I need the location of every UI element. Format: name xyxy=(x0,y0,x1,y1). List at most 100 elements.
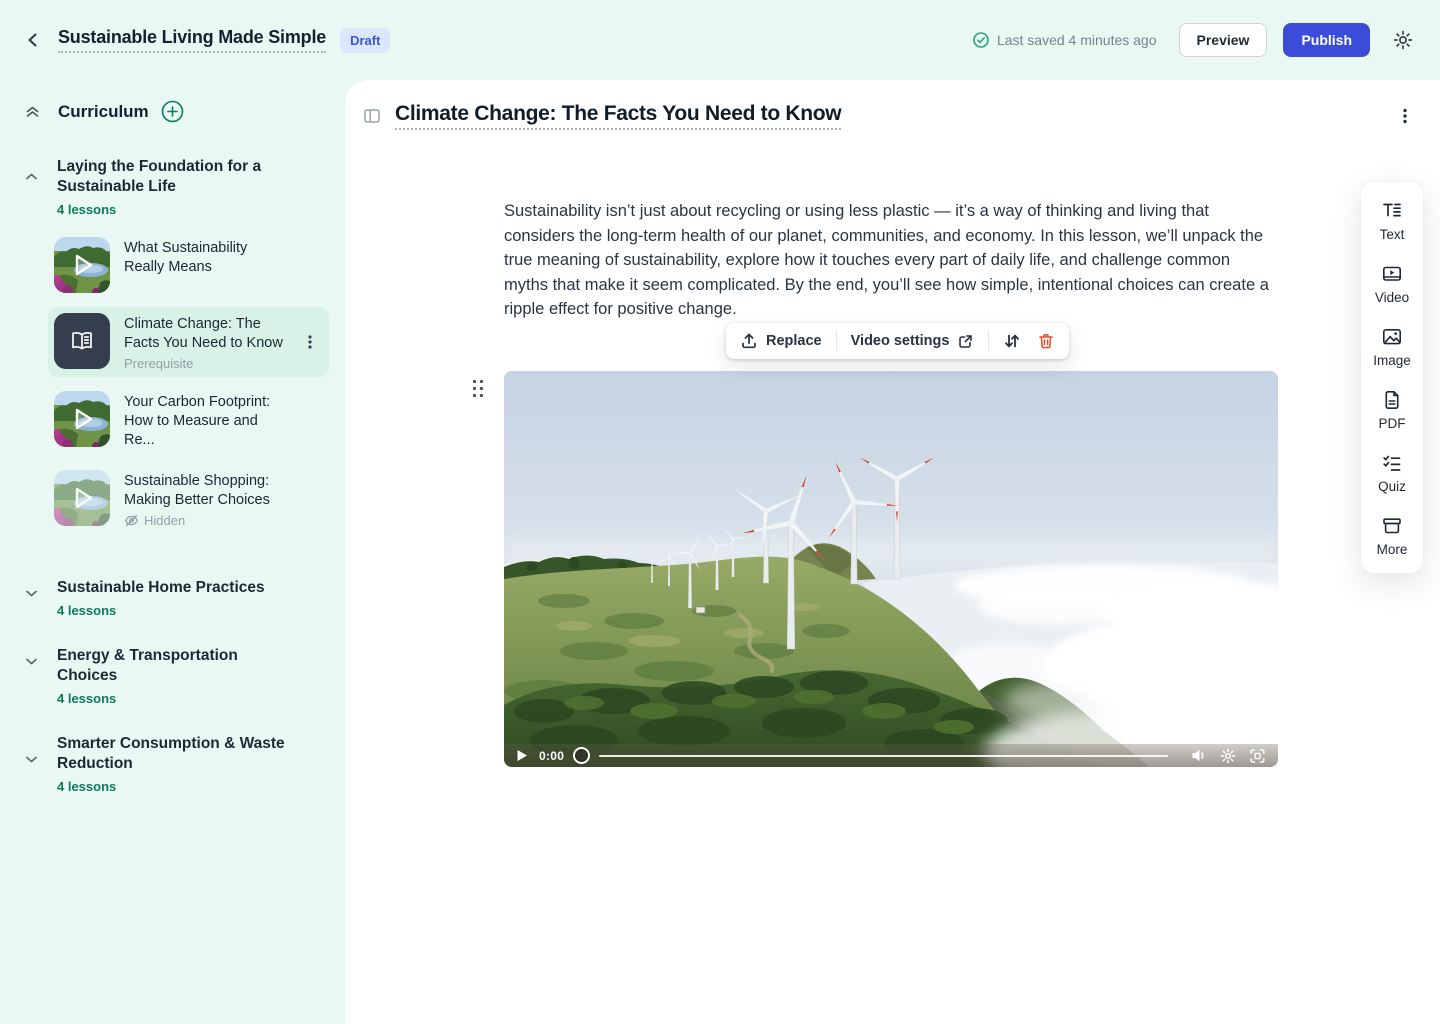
kebab-menu-icon xyxy=(303,334,317,350)
section-header[interactable]: Energy & Transportation Choices 4 lesson… xyxy=(24,646,329,706)
trash-icon xyxy=(1037,332,1055,350)
move-block-button[interactable] xyxy=(1001,330,1023,352)
intro-paragraph[interactable]: Sustainability isn’t just about recyclin… xyxy=(504,199,1278,322)
last-saved-indicator: Last saved 4 minutes ago xyxy=(972,31,1157,49)
preview-button[interactable]: Preview xyxy=(1179,23,1268,57)
garden-thumbnail-art xyxy=(54,470,110,526)
archive-box-icon xyxy=(1381,515,1403,537)
insert-video-button[interactable]: Video xyxy=(1375,263,1409,305)
video-settings-gear-button[interactable] xyxy=(1220,748,1236,764)
video-settings-label: Video settings xyxy=(851,333,950,349)
chevron-down-icon xyxy=(24,586,39,601)
section-title: Sustainable Home Practices xyxy=(57,578,265,598)
lesson-row-carbon-footprint[interactable]: Your Carbon Footprint: How to Measure an… xyxy=(48,385,329,456)
image-icon xyxy=(1381,326,1403,348)
toolbar-divider xyxy=(836,331,837,351)
volume-button[interactable] xyxy=(1191,748,1207,763)
gear-icon xyxy=(1220,748,1236,764)
last-saved-text: Last saved 4 minutes ago xyxy=(997,32,1157,48)
lesson-row-what-sustainability[interactable]: What Sustainability Really Means xyxy=(48,231,329,299)
fullscreen-button[interactable] xyxy=(1249,748,1266,764)
toggle-sidebar-button[interactable] xyxy=(362,106,382,126)
curriculum-section: Sustainable Home Practices 4 lessons xyxy=(24,578,329,618)
video-player[interactable]: 0:00 xyxy=(504,371,1278,767)
block-drag-handle[interactable] xyxy=(470,377,486,400)
section-lesson-count: 4 lessons xyxy=(57,202,287,217)
course-title[interactable]: Sustainable Living Made Simple xyxy=(58,27,326,53)
lesson-title: Sustainable Shopping: Making Better Choi… xyxy=(124,472,289,510)
video-icon xyxy=(1381,263,1403,285)
video-frame-wind-turbines xyxy=(504,371,1278,767)
panel-left-icon xyxy=(362,106,382,126)
video-progress-bar[interactable] xyxy=(599,755,1168,757)
lesson-title: Climate Change: The Facts You Need to Kn… xyxy=(124,315,289,353)
insert-image-button[interactable]: Image xyxy=(1373,326,1411,368)
lesson-row-climate-change[interactable]: Climate Change: The Facts You Need to Kn… xyxy=(48,307,329,377)
kebab-menu-icon xyxy=(1398,107,1412,125)
video-settings-button[interactable]: Video settings xyxy=(849,331,977,352)
settings-button[interactable] xyxy=(1388,25,1418,55)
lesson-menu-button[interactable] xyxy=(1394,103,1416,129)
insert-item-label: Quiz xyxy=(1378,479,1406,494)
insert-quiz-button[interactable]: Quiz xyxy=(1378,452,1406,494)
drag-dots-icon xyxy=(472,379,484,398)
volume-icon xyxy=(1191,748,1207,763)
publish-button[interactable]: Publish xyxy=(1283,23,1370,57)
replace-video-button[interactable]: Replace xyxy=(738,330,824,352)
lesson-title: Your Carbon Footprint: How to Measure an… xyxy=(124,393,289,450)
lesson-video-thumbnail xyxy=(54,391,110,447)
garden-thumbnail-art xyxy=(54,237,110,293)
chevron-down-icon xyxy=(24,752,39,767)
toolbar-divider xyxy=(988,331,989,351)
back-button[interactable] xyxy=(20,27,46,53)
section-title: Energy & Transportation Choices xyxy=(57,646,287,686)
pdf-document-icon xyxy=(1381,389,1403,411)
add-section-button[interactable] xyxy=(161,100,184,123)
status-badge: Draft xyxy=(340,28,390,53)
insert-more-button[interactable]: More xyxy=(1377,515,1408,557)
section-header[interactable]: Sustainable Home Practices 4 lessons xyxy=(24,578,329,618)
curriculum-section: Energy & Transportation Choices 4 lesson… xyxy=(24,646,329,706)
course-editor-app: Sustainable Living Made Simple Draft Las… xyxy=(0,0,1440,1024)
insert-item-label: Video xyxy=(1375,290,1409,305)
video-control-icons xyxy=(1191,748,1266,764)
insert-text-button[interactable]: Text xyxy=(1380,200,1405,242)
plus-circle-icon xyxy=(161,100,184,123)
collapse-all-button[interactable] xyxy=(24,103,41,120)
open-book-icon xyxy=(67,326,97,356)
gear-icon xyxy=(1392,29,1414,51)
replace-label: Replace xyxy=(766,333,822,349)
insert-pdf-button[interactable]: PDF xyxy=(1379,389,1406,431)
delete-block-button[interactable] xyxy=(1035,330,1057,352)
video-scrubber[interactable] xyxy=(573,747,590,764)
chevron-left-icon xyxy=(24,31,42,49)
double-chevron-up-icon xyxy=(24,103,41,120)
curriculum-section: Laying the Foundation for a Sustainable … xyxy=(24,157,329,534)
lesson-title: What Sustainability Really Means xyxy=(124,239,289,277)
quiz-checklist-icon xyxy=(1381,452,1403,474)
lesson-row-sustainable-shopping[interactable]: Sustainable Shopping: Making Better Choi… xyxy=(48,464,329,534)
lesson-content: Sustainability isn’t just about recyclin… xyxy=(504,199,1278,322)
fullscreen-icon xyxy=(1249,748,1266,764)
lesson-video-thumbnail-hidden xyxy=(54,470,110,526)
play-button[interactable] xyxy=(514,747,530,764)
lesson-options-button[interactable] xyxy=(299,330,321,354)
section-header[interactable]: Smarter Consumption & Waste Reduction 4 … xyxy=(24,734,329,794)
curriculum-header: Curriculum xyxy=(24,100,329,123)
insert-block-toolbar: Text Video Image PDF Quiz More xyxy=(1360,181,1424,574)
section-lesson-count: 4 lessons xyxy=(57,779,287,794)
play-icon xyxy=(516,749,528,762)
lesson-title-heading[interactable]: Climate Change: The Facts You Need to Kn… xyxy=(395,102,841,130)
insert-item-label: Text xyxy=(1380,227,1405,242)
chevron-down-icon xyxy=(24,654,39,669)
video-controls-bar: 0:00 xyxy=(504,744,1278,767)
section-title: Smarter Consumption & Waste Reduction xyxy=(57,734,287,774)
insert-item-label: PDF xyxy=(1379,416,1406,431)
insert-item-label: More xyxy=(1377,542,1408,557)
curriculum-title: Curriculum xyxy=(58,102,149,122)
section-header[interactable]: Laying the Foundation for a Sustainable … xyxy=(24,157,329,217)
lesson-video-thumbnail xyxy=(54,237,110,293)
lesson-header: Climate Change: The Facts You Need to Kn… xyxy=(362,102,1416,130)
sort-arrows-icon xyxy=(1003,332,1021,350)
section-lesson-count: 4 lessons xyxy=(57,691,287,706)
